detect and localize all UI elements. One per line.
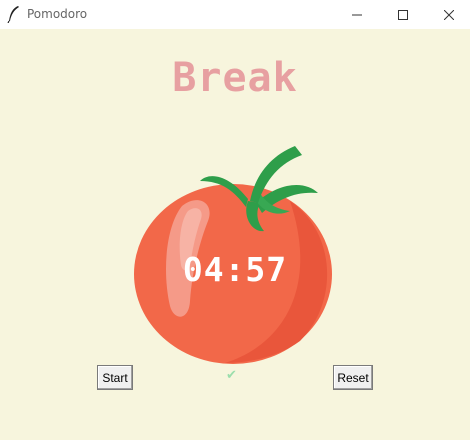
window-title: Pomodoro <box>27 7 88 21</box>
close-icon <box>444 9 454 20</box>
mode-heading: Break <box>172 55 298 101</box>
close-button[interactable] <box>427 0 470 29</box>
maximize-icon <box>398 9 408 20</box>
title-bar: Pomodoro <box>0 0 470 29</box>
minimize-icon <box>352 10 362 20</box>
reset-button[interactable]: Reset <box>333 365 373 390</box>
maximize-button[interactable] <box>381 0 425 29</box>
checkmark-label: ✔ <box>226 368 237 383</box>
start-button[interactable]: Start <box>97 365 133 390</box>
feather-icon <box>7 5 21 24</box>
minimize-button[interactable] <box>335 0 379 29</box>
timer-text: 04:57 <box>182 250 288 289</box>
